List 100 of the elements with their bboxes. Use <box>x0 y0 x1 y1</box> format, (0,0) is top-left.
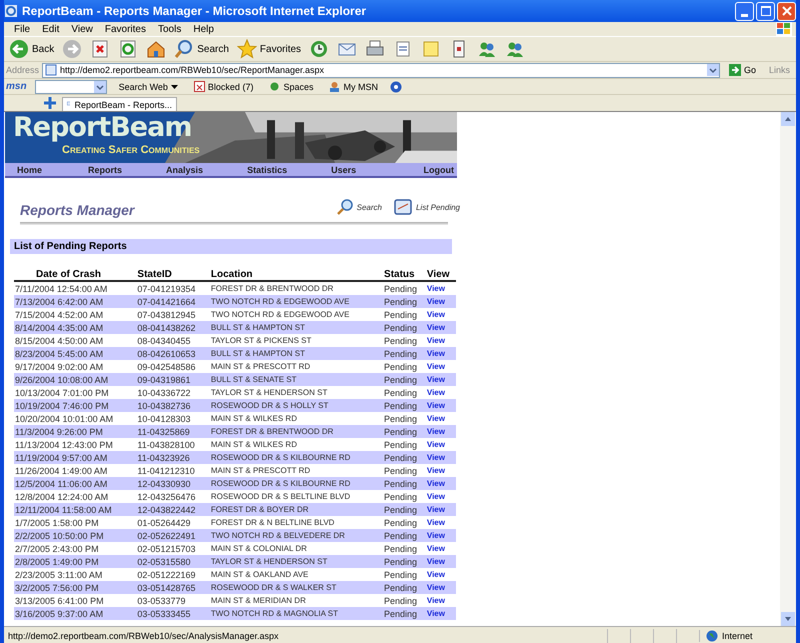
go-button[interactable]: Go <box>722 64 762 76</box>
back-button[interactable]: Back <box>6 38 58 60</box>
table-cell: MAIN ST & WILKES RD <box>210 438 384 451</box>
search-icon <box>174 39 194 59</box>
table-cell: Pending <box>383 438 426 451</box>
view-link[interactable]: View <box>426 596 445 605</box>
nav-link[interactable]: Statistics <box>235 164 300 174</box>
dropdown-button[interactable] <box>94 80 106 92</box>
msn-search-field[interactable] <box>34 80 107 94</box>
table-cell: 11-043828100 <box>136 438 210 451</box>
close-icon <box>782 6 792 16</box>
nav-link[interactable]: Users <box>319 164 368 174</box>
table-cell: TWO NOTCH RD & EDGEWOOD AVE <box>210 308 384 321</box>
view-link[interactable]: View <box>426 310 445 319</box>
table-cell: 10/20/2004 10:01:00 AM <box>14 412 136 425</box>
view-link[interactable]: View <box>426 388 445 397</box>
table-cell: 12-043256476 <box>136 490 210 503</box>
column-header: View <box>426 268 456 281</box>
table-cell: ROSEWOOD DR & S KILBOURNE RD <box>210 451 384 464</box>
minimize-button[interactable] <box>735 2 754 20</box>
table-cell: MAIN ST & OAKLAND AVE <box>210 568 384 581</box>
table-cell: Pending <box>383 542 426 555</box>
maximize-button[interactable] <box>756 2 775 20</box>
table-cell: BULL ST & HAMPTON ST <box>210 347 384 360</box>
nav-link[interactable]: Reports <box>76 164 134 174</box>
table-cell: Pending <box>383 607 426 620</box>
nav-link[interactable]: Home <box>5 164 54 174</box>
table-cell: TAYLOR ST & HENDERSON ST <box>210 555 384 568</box>
view-link[interactable]: View <box>426 440 445 449</box>
table-cell: 07-043812945 <box>136 308 210 321</box>
logout-link[interactable]: Logout <box>412 164 457 174</box>
view-link[interactable]: View <box>426 570 445 579</box>
table-cell: 7/13/2004 6:42:00 AM <box>14 295 136 308</box>
table-cell: 11/13/2004 12:43:00 PM <box>14 438 136 451</box>
table-cell: 12-04330930 <box>136 477 210 490</box>
search-web-button[interactable]: Search Web <box>114 82 182 92</box>
table-cell: 1/7/2005 1:58:00 PM <box>14 516 136 529</box>
table-cell: 10-04382736 <box>136 399 210 412</box>
table-cell: 07-041219354 <box>136 281 210 295</box>
view-link[interactable]: View <box>426 336 445 345</box>
vertical-scrollbar[interactable] <box>780 112 796 626</box>
address-label: Address <box>6 65 40 75</box>
search-link[interactable]: Search <box>336 199 382 215</box>
table-cell: 03-0533779 <box>136 594 210 607</box>
table-cell: TWO NOTCH RD & MAGNOLIA ST <box>210 607 384 620</box>
ie-logo-icon <box>4 4 18 18</box>
table-cell: 11-04325869 <box>136 425 210 438</box>
site-logo[interactable]: ReportBeam <box>13 112 192 143</box>
view-link[interactable]: View <box>426 414 445 423</box>
person-icon <box>329 81 340 92</box>
favorites-button[interactable]: Favorites <box>234 38 304 60</box>
table-cell: 8/23/2004 5:45:00 AM <box>14 347 136 360</box>
section-title: List of Pending Reports <box>10 239 452 254</box>
help-icon[interactable] <box>390 80 402 92</box>
menu-item[interactable]: Favorites <box>98 24 152 34</box>
table-cell: Pending <box>383 464 426 477</box>
table-cell: 12/8/2004 12:24:00 AM <box>14 490 136 503</box>
my-msn-button[interactable]: My MSN <box>325 81 382 92</box>
table-cell: 11-04323926 <box>136 451 210 464</box>
table-cell: 9/26/2004 10:08:00 AM <box>14 373 136 386</box>
table-cell: 09-04319861 <box>136 373 210 386</box>
table-cell: 11/3/2004 9:26:00 PM <box>14 425 136 438</box>
table-cell: 10/19/2004 7:46:00 PM <box>14 399 136 412</box>
list-pending-link[interactable]: List Pending <box>394 199 460 215</box>
menu-item[interactable]: Edit <box>36 24 66 34</box>
view-link[interactable]: View <box>426 466 445 475</box>
close-button[interactable] <box>777 2 796 20</box>
table-cell: 3/16/2005 9:37:00 AM <box>14 607 136 620</box>
address-field[interactable]: http://demo2.reportbeam.com/RBWeb10/sec/ReportManager.aspx <box>42 62 720 78</box>
table-cell: MAIN ST & COLONIAL DR <box>210 542 384 555</box>
blocked-window-icon <box>194 81 205 92</box>
table-cell: 7/11/2004 12:54:00 AM <box>14 281 136 295</box>
table-cell: 02-051215703 <box>136 542 210 555</box>
table-cell: 2/23/2005 3:11:00 AM <box>14 568 136 581</box>
msn-logo[interactable]: msn <box>6 81 27 92</box>
search-button[interactable]: Search <box>171 38 232 60</box>
table-cell: TAYLOR ST & PICKENS ST <box>210 334 384 347</box>
menu-item[interactable]: View <box>65 24 99 34</box>
column-header: StateID <box>136 268 210 281</box>
list-icon <box>394 199 412 215</box>
view-link[interactable]: View <box>426 362 445 371</box>
table-cell: FOREST DR & BRENTWOOD DR <box>210 281 384 295</box>
menu-item[interactable]: File <box>8 24 36 34</box>
menu-item[interactable]: Help <box>187 24 220 34</box>
view-link[interactable]: View <box>426 492 445 501</box>
spaces-button[interactable]: Spaces <box>265 81 318 92</box>
nav-link[interactable]: Analysis <box>154 164 216 174</box>
view-link[interactable]: View <box>426 544 445 553</box>
globe-icon <box>706 630 718 642</box>
menu-item[interactable]: Tools <box>152 24 188 34</box>
add-tab-icon[interactable] <box>44 97 56 109</box>
table-cell: Pending <box>383 281 426 295</box>
popup-blocker-button[interactable]: Blocked (7) <box>190 81 258 92</box>
table-cell: Pending <box>383 386 426 399</box>
view-link[interactable]: View <box>426 284 445 293</box>
table-cell: 09-042548586 <box>136 360 210 373</box>
browser-tab[interactable]: ReportBeam - Reports... <box>62 97 177 111</box>
view-link[interactable]: View <box>426 518 445 527</box>
dropdown-button[interactable] <box>706 64 719 76</box>
table-cell: TWO NOTCH RD & BELVEDERE DR <box>210 529 384 542</box>
